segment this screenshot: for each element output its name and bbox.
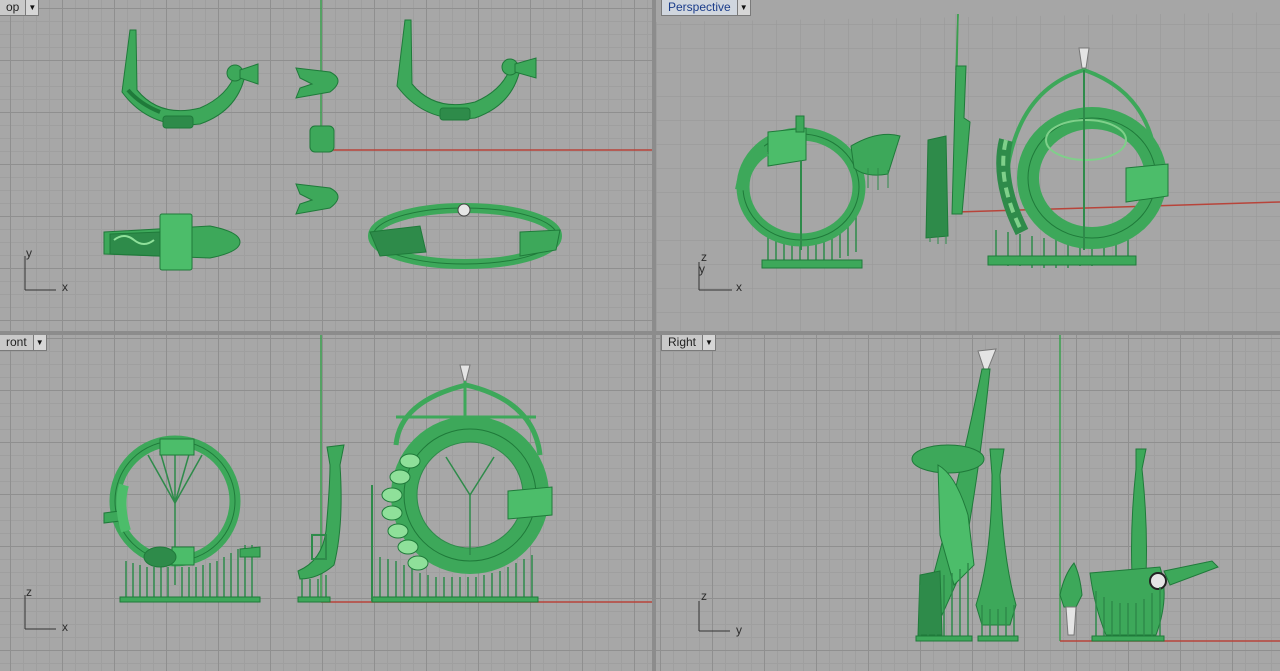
chevron-down-icon[interactable]: ▼ <box>32 335 46 350</box>
viewport-tab-front[interactable]: ront ▼ <box>0 335 47 351</box>
viewport-tab-right[interactable]: Right ▼ <box>661 335 717 351</box>
model-band-side <box>103 213 241 271</box>
front-scene[interactable] <box>0 335 652 671</box>
model-shank-right <box>975 448 1019 642</box>
model-ring-half-1 <box>121 29 259 129</box>
model-ring-right-2 <box>1059 448 1219 642</box>
viewport-right[interactable]: Right ▼ z y <box>656 335 1280 671</box>
chevron-down-icon[interactable]: ▼ <box>736 0 750 15</box>
viewport-tab-perspective[interactable]: Perspective ▼ <box>661 0 751 16</box>
model-clasp-pieces <box>295 67 339 215</box>
viewport-title: ront <box>6 335 27 349</box>
axis-triad-perspective <box>698 262 732 291</box>
viewport-tab-top[interactable]: op ▼ <box>0 0 40 16</box>
axis-triad-top <box>24 256 56 291</box>
model-ring-half-2 <box>396 19 537 121</box>
viewport-perspective[interactable]: Perspective ▼ z y x <box>656 0 1280 331</box>
model-ring-top <box>368 203 562 269</box>
viewport-title: Perspective <box>668 0 731 14</box>
viewport-top[interactable]: op ▼ y x <box>0 0 652 331</box>
model-ring-front-1 <box>103 435 261 603</box>
viewport-front[interactable]: ront ▼ z x <box>0 335 652 671</box>
model-ring-front-2 <box>371 364 553 603</box>
chevron-down-icon[interactable]: ▼ <box>25 0 39 15</box>
viewport-title: op <box>6 0 20 14</box>
top-scene[interactable] <box>0 0 652 331</box>
chevron-down-icon[interactable]: ▼ <box>702 335 716 350</box>
axis-triad-right <box>698 601 730 632</box>
axis-triad-front <box>24 595 56 630</box>
viewport-title: Right <box>668 335 697 349</box>
